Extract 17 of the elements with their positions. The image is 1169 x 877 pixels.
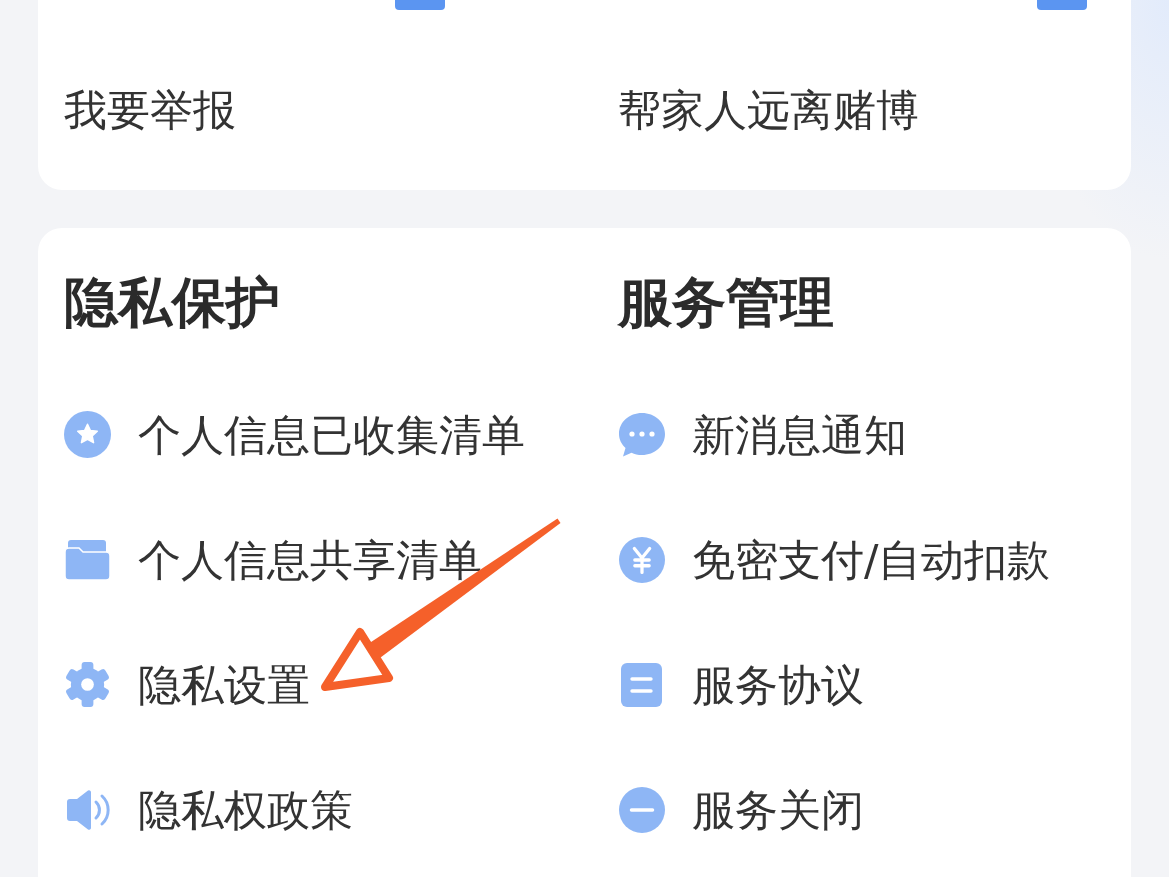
folder-icon <box>65 539 110 580</box>
menu-item[interactable]: 帮家人远离赌博 <box>618 80 919 140</box>
section-title: 服务管理 <box>618 278 834 328</box>
speaker-icon <box>64 788 111 831</box>
menu-item[interactable]: 免密支付/自动扣款 <box>618 529 1051 590</box>
minus-circle-icon <box>618 786 665 833</box>
menu-item[interactable]: 新消息通知 <box>618 404 907 465</box>
chat-bubble-icon <box>618 412 665 457</box>
menu-item[interactable]: 我要举报 <box>64 80 236 140</box>
menu-item[interactable]: 隐私设置 <box>64 654 310 715</box>
menu-item[interactable]: 个人信息已收集清单 <box>64 404 525 465</box>
menu-item[interactable]: 服务协议 <box>618 654 864 715</box>
yen-coin-icon <box>618 536 665 583</box>
document-icon <box>621 662 662 707</box>
menu-item[interactable]: 服务关闭 <box>618 779 864 840</box>
settings-icon <box>64 661 111 708</box>
menu-item[interactable]: 隐私权政策 <box>64 779 353 840</box>
